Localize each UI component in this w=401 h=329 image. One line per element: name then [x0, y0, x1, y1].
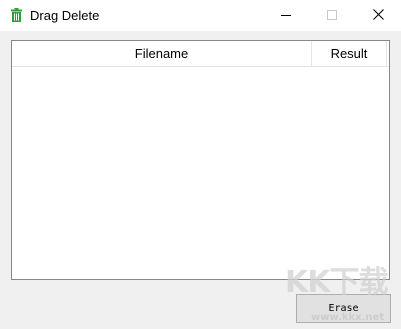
title-bar[interactable]: Drag Delete — [0, 0, 401, 31]
close-button[interactable] — [355, 0, 401, 31]
column-header-filename[interactable]: Filename — [12, 41, 312, 66]
minimize-button[interactable] — [263, 0, 309, 31]
maximize-icon — [327, 7, 337, 25]
file-list-drop-area[interactable] — [12, 67, 389, 279]
erase-button[interactable]: Erase — [296, 294, 391, 323]
list-header: Filename Result — [12, 41, 389, 67]
column-header-result[interactable]: Result — [312, 41, 387, 66]
app-window: Drag Delete Filename Result Erase KK下载 w… — [0, 0, 401, 329]
trash-can-icon — [11, 8, 22, 22]
close-icon — [372, 7, 384, 25]
maximize-button[interactable] — [309, 0, 355, 31]
minimize-icon — [281, 7, 291, 25]
window-title: Drag Delete — [30, 8, 100, 23]
file-list-view[interactable]: Filename Result — [11, 40, 390, 280]
